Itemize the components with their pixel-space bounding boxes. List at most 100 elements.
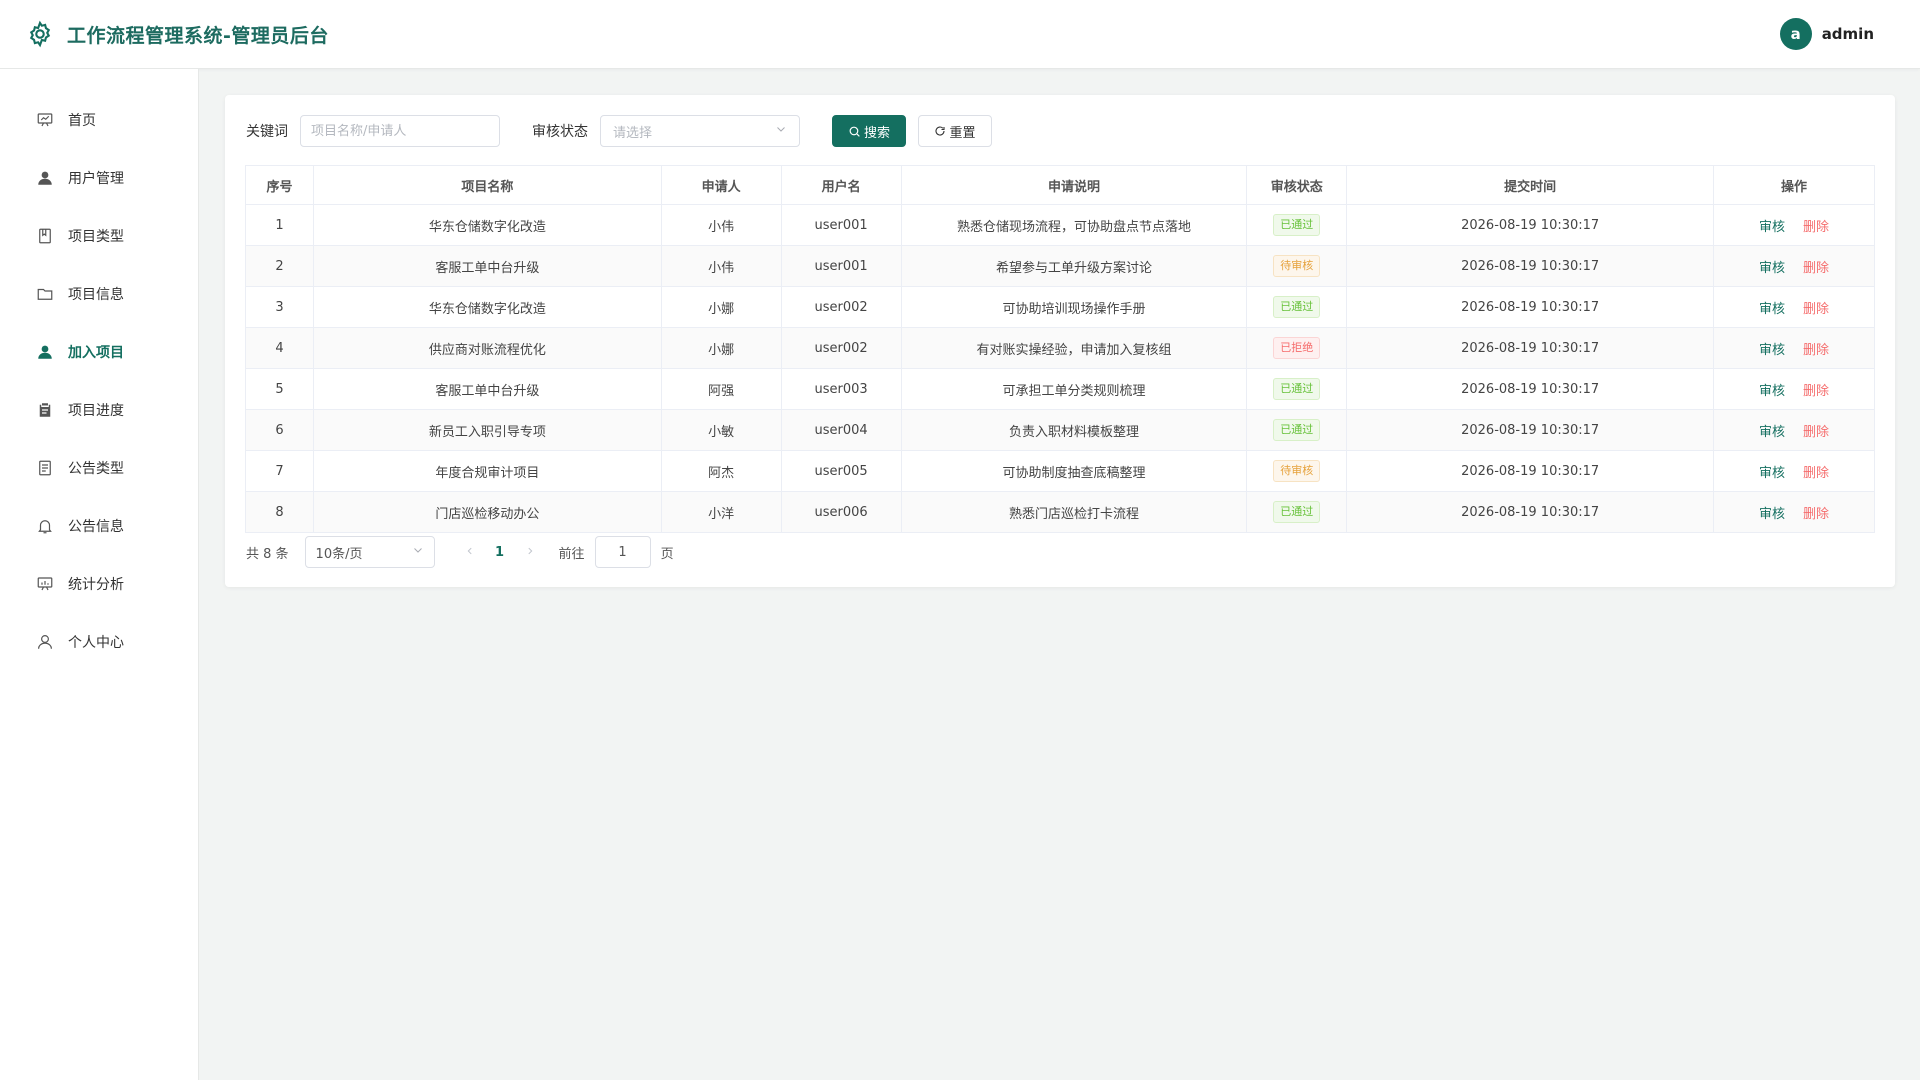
row-number-cell: 4 bbox=[245, 327, 314, 369]
avatar[interactable]: a bbox=[1779, 18, 1812, 50]
delete-button[interactable]: 删除 bbox=[1803, 466, 1829, 481]
submit-time-cell: 2026-08-19 10:30:17 bbox=[1346, 286, 1715, 328]
delete-button[interactable]: 删除 bbox=[1803, 507, 1829, 522]
column-header: 审核状态 bbox=[1246, 165, 1348, 205]
applicant-cell: 小敏 bbox=[660, 409, 782, 451]
status-cell: 待审核 bbox=[1246, 450, 1348, 492]
submit-time-cell: 2026-08-19 10:30:17 bbox=[1346, 409, 1715, 451]
status-badge: 已通过 bbox=[1273, 378, 1321, 400]
audit-button[interactable]: 审核 bbox=[1759, 343, 1785, 358]
project-name-cell: 华东仓储数字化改造 bbox=[312, 286, 662, 328]
sidebar-item-home[interactable]: 首页 bbox=[0, 91, 198, 149]
note-cell: 可协助培训现场操作手册 bbox=[900, 286, 1248, 328]
search-button[interactable]: 搜索 bbox=[832, 115, 906, 147]
applicant-cell: 小伟 bbox=[660, 204, 782, 246]
document-icon bbox=[36, 459, 54, 477]
table-row: 8 门店巡检移动办公 小洋 user006 熟悉门店巡检打卡流程 已通过 2026-08-1… bbox=[245, 491, 1875, 533]
row-number-cell: 3 bbox=[245, 286, 314, 328]
delete-button[interactable]: 删除 bbox=[1803, 343, 1829, 358]
delete-button[interactable]: 删除 bbox=[1803, 425, 1829, 440]
username-cell: user004 bbox=[780, 409, 902, 451]
reset-button[interactable]: 重置 bbox=[918, 115, 992, 147]
data-board-icon bbox=[36, 575, 54, 593]
delete-button[interactable]: 删除 bbox=[1803, 384, 1829, 399]
audit-button[interactable]: 审核 bbox=[1759, 302, 1785, 317]
sidebar-item-users[interactable]: 用户管理 bbox=[0, 149, 198, 207]
delete-button[interactable]: 删除 bbox=[1803, 220, 1829, 235]
status-select-placeholder: 请选择 bbox=[613, 125, 653, 141]
audit-button[interactable]: 审核 bbox=[1759, 261, 1785, 276]
sidebar-item-join-project[interactable]: 加入项目 bbox=[0, 323, 198, 381]
search-button-label: 搜索 bbox=[863, 125, 890, 141]
username[interactable]: admin bbox=[1822, 25, 1874, 43]
status-cell: 待审核 bbox=[1246, 245, 1348, 287]
username-cell: user002 bbox=[780, 286, 902, 328]
page-number-current[interactable]: 1 bbox=[485, 545, 515, 560]
status-badge: 待审核 bbox=[1273, 255, 1321, 277]
note-cell: 负责入职材料模板整理 bbox=[900, 409, 1248, 451]
delete-button[interactable]: 删除 bbox=[1803, 302, 1829, 317]
status-cell: 已通过 bbox=[1246, 204, 1348, 246]
user-menu[interactable]: a admin bbox=[1779, 18, 1874, 50]
sidebar-item-statistics[interactable]: 统计分析 bbox=[0, 555, 198, 613]
audit-button[interactable]: 审核 bbox=[1759, 507, 1785, 522]
page-size-value: 10条/页 bbox=[315, 546, 363, 562]
applicant-cell: 小娜 bbox=[660, 286, 782, 328]
project-name-cell: 新员工入职引导专项 bbox=[312, 409, 662, 451]
submit-time-cell: 2026-08-19 10:30:17 bbox=[1346, 450, 1715, 492]
column-header: 申请说明 bbox=[900, 165, 1248, 205]
actions-cell: 审核 删除 bbox=[1713, 245, 1875, 287]
next-page-button[interactable] bbox=[515, 544, 545, 560]
sidebar-item-profile[interactable]: 个人中心 bbox=[0, 613, 198, 671]
column-header: 申请人 bbox=[660, 165, 782, 205]
column-header: 序号 bbox=[245, 165, 314, 205]
keyword-input[interactable] bbox=[300, 115, 500, 147]
table-row: 3 华东仓储数字化改造 小娜 user002 可协助培训现场操作手册 已通过 2026-08… bbox=[245, 286, 1875, 328]
sidebar-item-progress[interactable]: 项目进度 bbox=[0, 381, 198, 439]
project-name-cell: 年度合规审计项目 bbox=[312, 450, 662, 492]
audit-button[interactable]: 审核 bbox=[1759, 466, 1785, 481]
sidebar-item-label: 首页 bbox=[68, 113, 96, 129]
applicant-cell: 阿杰 bbox=[660, 450, 782, 492]
pagination-total: 共 8 条 bbox=[246, 546, 289, 562]
project-name-cell: 门店巡检移动办公 bbox=[312, 491, 662, 533]
table-row: 6 新员工入职引导专项 小敏 user004 负责入职材料模板整理 已通过 2026-08-… bbox=[245, 409, 1875, 451]
sidebar-item-label: 公告类型 bbox=[68, 461, 124, 477]
table-row: 2 客服工单中台升级 小伟 user001 希望参与工单升级方案讨论 待审核 2026-08… bbox=[245, 245, 1875, 287]
note-cell: 可协助制度抽查底稿整理 bbox=[900, 450, 1248, 492]
top-header: 工作流程管理系统-管理员后台 a admin bbox=[0, 0, 1920, 69]
status-badge: 待审核 bbox=[1273, 460, 1321, 482]
username-cell: user001 bbox=[780, 204, 902, 246]
note-cell: 可承担工单分类规则梳理 bbox=[900, 368, 1248, 410]
page-size-select[interactable]: 10条/页 bbox=[304, 536, 435, 568]
sidebar-item-projects[interactable]: 项目信息 bbox=[0, 265, 198, 323]
bell-icon bbox=[36, 517, 54, 535]
folder-icon bbox=[36, 285, 54, 303]
delete-button[interactable]: 删除 bbox=[1803, 261, 1829, 276]
actions-cell: 审核 删除 bbox=[1713, 491, 1875, 533]
status-select[interactable]: 请选择 bbox=[600, 115, 800, 147]
submit-time-cell: 2026-08-19 10:30:17 bbox=[1346, 327, 1715, 369]
actions-cell: 审核 删除 bbox=[1713, 368, 1875, 410]
prev-page-button[interactable] bbox=[455, 544, 485, 560]
audit-button[interactable]: 审核 bbox=[1759, 425, 1785, 440]
applicant-cell: 阿强 bbox=[660, 368, 782, 410]
audit-button[interactable]: 审核 bbox=[1759, 220, 1785, 235]
clipboard-icon bbox=[36, 401, 54, 419]
sidebar-item-label: 统计分析 bbox=[68, 577, 124, 593]
goto-unit: 页 bbox=[660, 546, 674, 562]
row-number-cell: 1 bbox=[245, 204, 314, 246]
sidebar-item-notices[interactable]: 公告信息 bbox=[0, 497, 198, 555]
applicant-cell: 小洋 bbox=[660, 491, 782, 533]
audit-button[interactable]: 审核 bbox=[1759, 384, 1785, 399]
sidebar-item-project-types[interactable]: 项目类型 bbox=[0, 207, 198, 265]
table-row: 1 华东仓储数字化改造 小伟 user001 熟悉仓储现场流程，可协助盘点节点落地 已通过… bbox=[245, 204, 1875, 246]
sidebar: 首页 用户管理 项目类型 项目信息 加入项目 项目进度 公告类型 公告信息 统计… bbox=[0, 69, 199, 1080]
user-filled-icon bbox=[36, 169, 54, 187]
chevron-down-icon bbox=[412, 544, 424, 560]
sidebar-item-label: 公告信息 bbox=[68, 519, 124, 535]
goto-page-input[interactable] bbox=[594, 536, 651, 568]
status-cell: 已通过 bbox=[1246, 368, 1348, 410]
project-name-cell: 客服工单中台升级 bbox=[312, 368, 662, 410]
sidebar-item-notice-types[interactable]: 公告类型 bbox=[0, 439, 198, 497]
